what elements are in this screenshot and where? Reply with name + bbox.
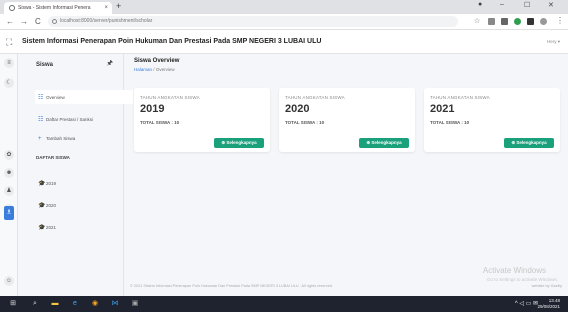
card-label: TAHUN ANGKATAN SISWA [430,95,490,100]
selengkapnya-button[interactable]: ⊕ Selengkapnya [504,138,554,148]
search-icon[interactable]: ⌕ [30,299,40,309]
app-header: ⛶ Sistem Informasi Penerapan Poin Hukuma… [0,30,568,54]
file-explorer-icon[interactable]: ▬ [50,299,60,309]
windows-taskbar: ⊞ ⌕ ▬ e ◉ ⋈ ▣ ^ ◁ ▭ ✉ 13.48 29/08/2021 [0,296,568,312]
system-tray[interactable]: ^ ◁ ▭ ✉ [515,300,538,307]
sidebar-item-overview[interactable]: ☷ Overview [38,94,65,101]
graduation-cap-icon: 🎓 [38,225,46,231]
student-icon[interactable]: ♗ [4,206,14,220]
profile-icon[interactable]: ● [478,1,482,8]
graduation-cap-icon: 🎓 [38,203,46,209]
card-year: 2020 [285,103,310,115]
sidebar-item-2019[interactable]: 🎓2019 [38,180,56,187]
app-title: Sistem Informasi Penerapan Poin Hukuman … [22,38,322,45]
footer-copyright: © 2021 Sistem Informasi Penerapan Poin H… [130,284,332,288]
windows-activation-title: Activate Windows [482,266,546,275]
sidebar-item-label: Daftar Prestasi / Sanksi [46,117,94,122]
tab-close-icon[interactable]: × [104,2,108,14]
back-button[interactable]: ← [6,17,14,26]
moon-icon[interactable]: ☾ [4,78,14,88]
menu-icon[interactable]: ≡ [4,58,14,68]
windows-activation-subtitle: Go to Settings to activate Windows. [486,277,558,282]
globe-icon [9,5,15,11]
breadcrumb: Halaman / Overview [134,67,175,72]
year-card-2021: TAHUN ANGKATAN SISWA 2021 TOTAL SISWA : … [424,88,560,152]
extension-icon[interactable] [488,18,495,25]
maximize-button[interactable]: ☐ [524,1,530,9]
browser-tab[interactable]: Siswa - Sistem Informasi Penera × [4,2,112,14]
selengkapnya-button[interactable]: ⊕ Selengkapnya [359,138,409,148]
forward-button[interactable]: → [20,17,28,26]
reload-button[interactable]: C [35,17,41,26]
address-bar[interactable]: localhost:8000/server/punishment/scholar [48,16,458,27]
profile-avatar[interactable] [540,18,547,25]
sidebar-item-label: Tambah Siswa [46,136,76,141]
settings-icon[interactable]: ✿ [4,150,14,160]
card-label: TAHUN ANGKATAN SISWA [140,95,200,100]
card-label: TAHUN ANGKATAN SISWA [285,95,345,100]
account-icon[interactable]: ☺ [4,276,14,286]
users-icon[interactable]: ☻ [4,168,14,178]
sidebar-item-2021[interactable]: 🎓2021 [38,224,56,231]
extension-icon[interactable] [501,18,508,25]
sidebar: Siswa 🖈 ☷ Overview ☷ Daftar Prestasi / San… [18,54,133,296]
vscode-icon[interactable]: ⋈ [110,299,120,309]
pin-icon[interactable]: 🖈 [107,59,113,70]
taskbar-clock[interactable]: 13.48 29/08/2021 [537,298,560,310]
card-year: 2021 [430,103,455,115]
clock-date: 29/08/2021 [537,304,560,309]
card-total: TOTAL SISWA : 10 [430,120,470,125]
sidebar-item-label: 2021 [46,225,57,230]
selengkapnya-button[interactable]: ⊕ Selengkapnya [214,138,264,148]
breadcrumb-current: Overview [155,67,175,72]
puzzle-icon[interactable] [527,18,534,25]
user-icon[interactable]: ♟ [4,186,14,196]
chrome-icon[interactable]: ◉ [90,299,100,309]
sidebar-item-tambah-siswa[interactable]: + Tambah Siswa [38,136,75,142]
info-icon[interactable] [52,19,57,24]
breadcrumb-separator: / [153,67,155,72]
list-icon: ☷ [38,117,44,123]
footer-credit[interactable]: website by Gazilly [532,284,562,288]
list-icon: ☷ [38,95,44,101]
app-icon[interactable]: ▣ [130,299,140,309]
card-total: TOTAL SISWA : 10 [285,120,325,125]
sidebar-section-label: DAFTAR SISWA [36,155,70,160]
minimize-button[interactable]: – [500,1,504,8]
extension-icon[interactable] [514,18,521,25]
card-year: 2019 [140,103,165,115]
icon-rail: ≡ ☾ ✿ ☻ ♟ ▤ ♗ ☺ [0,54,18,296]
sidebar-item-daftar-prestasi[interactable]: ☷ Daftar Prestasi / Sanksi [38,116,93,123]
edge-icon[interactable]: e [70,299,80,309]
sidebar-title: Siswa [36,62,54,68]
school-logo-icon: ⛶ [6,37,13,47]
year-card-2020: TAHUN ANGKATAN SISWA 2020 TOTAL SISWA : … [279,88,415,152]
breadcrumb-home-link[interactable]: Halaman [134,67,152,72]
close-window-button[interactable]: ✕ [548,1,554,9]
menu-dots-icon[interactable]: ⋮ [556,16,564,25]
star-icon[interactable]: ☆ [474,17,481,25]
card-total: TOTAL SISWA : 10 [140,120,180,125]
windows-start-icon[interactable]: ⊞ [8,299,18,309]
user-menu[interactable]: Hery ▾ [547,39,560,45]
new-tab-button[interactable]: + [116,1,121,11]
graduation-cap-icon: 🎓 [38,181,46,187]
sidebar-item-label: 2020 [46,203,57,208]
sidebar-item-2020[interactable]: 🎓2020 [38,202,56,209]
browser-tab-bar: Siswa - Sistem Informasi Penera × + ● – … [0,0,568,14]
browser-toolbar: ← → C localhost:8000/server/punishment/s… [0,14,568,30]
sidebar-item-label: Overview [46,95,65,100]
year-card-2019: TAHUN ANGKATAN SISWA 2019 TOTAL SISWA : … [134,88,270,152]
page-title: Siswa Overview [134,58,180,64]
sidebar-item-label: 2019 [46,181,57,186]
plus-icon: + [38,136,42,142]
browser-tab-title: Siswa - Sistem Informasi Penera [18,5,91,11]
